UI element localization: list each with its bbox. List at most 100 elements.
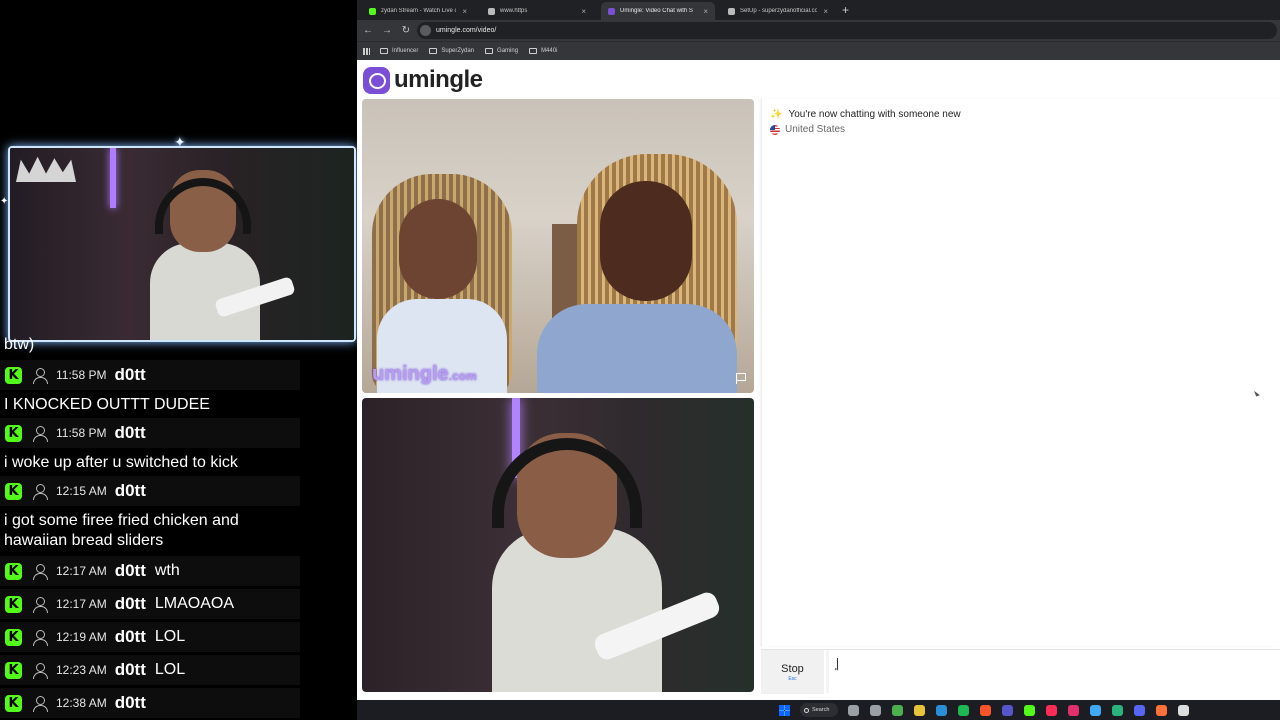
chat-message-meta: K 12:17 AM d0tt wth	[0, 556, 300, 586]
folder-icon	[380, 48, 388, 54]
country-text: United States	[785, 124, 846, 135]
tab-close-icon[interactable]: ×	[823, 7, 828, 16]
tab-label: www.https	[500, 8, 528, 14]
streamer-webcam	[8, 146, 356, 342]
chat-text: wth	[154, 562, 180, 579]
site-info-icon[interactable]	[420, 25, 431, 36]
forward-button[interactable]: →	[379, 25, 395, 36]
chat-message-meta: K 11:58 PM d0tt	[0, 418, 300, 448]
tab-0[interactable]: zydan Stream - Watch Live on K ×	[362, 2, 474, 20]
person-right-shirt	[537, 304, 737, 393]
app-icon[interactable]	[1002, 704, 1013, 716]
tab-label: zydan Stream - Watch Live on K	[381, 8, 456, 14]
umingle-page: umingle umingle.com ✨ You're now chattin…	[357, 61, 1280, 700]
chat-text: i woke up after u switched to kick	[4, 454, 238, 471]
stream-overlay: ✦ ✦ btw) K 11:58 PM d0tt I KNOCKED OUTTT DU…	[0, 0, 357, 720]
search-label: Search	[812, 707, 830, 713]
spotify-icon[interactable]	[958, 704, 969, 716]
start-icon[interactable]	[779, 704, 790, 716]
tab-close-icon[interactable]: ×	[462, 7, 467, 16]
browser-window: zydan Stream - Watch Live on K×www.https…	[357, 0, 1280, 700]
discord-icon[interactable]	[1134, 704, 1145, 716]
tab-close-icon[interactable]: ×	[703, 7, 708, 16]
chat-bubble-icon	[363, 66, 390, 94]
message-input[interactable]	[829, 650, 1280, 694]
chat-username: d0tt	[114, 660, 146, 679]
edge-icon[interactable]	[936, 704, 947, 716]
file-explorer-icon[interactable]	[914, 704, 925, 716]
mouse-cursor-icon	[1254, 389, 1260, 397]
new-tab-button[interactable]: +	[842, 3, 849, 17]
tab-1[interactable]: www.https ×	[481, 2, 593, 20]
user-icon	[33, 563, 48, 580]
report-flag-icon[interactable]	[736, 373, 746, 384]
chat-username: d0tt	[114, 481, 146, 500]
screen: ✦ ✦ btw) K 11:58 PM d0tt I KNOCKED OUTTT DU…	[0, 0, 1280, 720]
person-left-face	[399, 199, 477, 299]
umingle-logo[interactable]: umingle	[363, 66, 483, 94]
apps-icon[interactable]	[363, 47, 370, 55]
chat-text: I KNOCKED OUTTT DUDEE	[4, 396, 210, 413]
chat-message-meta: K 12:19 AM d0tt LOL	[0, 622, 300, 652]
chat-input-bar: Stop Esc	[761, 649, 1280, 694]
brave-icon[interactable]	[980, 704, 991, 716]
chat-message-meta: K 12:17 AM d0tt LMAOAOA	[0, 589, 300, 619]
tiktok-icon[interactable]	[1046, 704, 1057, 716]
widgets-icon[interactable]	[870, 704, 881, 716]
task-view-icon[interactable]	[848, 704, 859, 716]
chat-timestamp: 12:19 AM	[56, 630, 107, 644]
folder-icon	[429, 48, 438, 54]
user-icon	[33, 596, 48, 613]
user-icon	[33, 662, 48, 679]
kick-badge-icon: K	[5, 366, 22, 384]
back-button[interactable]: ←	[360, 25, 376, 36]
bookmark-1[interactable]: SuperZydan	[429, 48, 474, 54]
kick-badge-icon: K	[5, 482, 22, 500]
tab-2[interactable]: Umingle: Video Chat with S ×	[601, 2, 715, 20]
reload-button[interactable]: ↻	[398, 25, 414, 36]
app-icon[interactable]	[1090, 704, 1101, 716]
kick-badge-icon: K	[5, 661, 22, 679]
bookmark-0[interactable]: Influencer	[380, 48, 418, 54]
taskbar-search[interactable]: Search	[800, 703, 838, 717]
chat-username: d0tt	[114, 594, 146, 613]
chat-message: K 12:17 AM d0tt wth	[0, 556, 300, 586]
chat-timestamp: 12:23 AM	[56, 663, 107, 677]
chat-timestamp: 12:17 AM	[56, 597, 107, 611]
tab-favicon-icon	[369, 7, 376, 15]
stranger-video: umingle.com	[362, 99, 754, 393]
bookmark-3[interactable]: M440i	[529, 48, 557, 54]
chat-message: K 12:38 AM d0tt	[0, 688, 300, 718]
tab-3[interactable]: SetUp - superzydanofficial.com ×	[721, 2, 835, 20]
tab-favicon-icon	[488, 7, 495, 15]
watermark-suffix: .com	[448, 369, 477, 383]
kick-icon[interactable]	[1024, 704, 1035, 716]
instagram-icon[interactable]	[1068, 704, 1079, 716]
chat-timestamp: 12:38 AM	[56, 696, 107, 710]
logo-text: umingle	[394, 66, 483, 93]
firefox-icon[interactable]	[1156, 704, 1167, 716]
bookmark-2[interactable]: Gaming	[485, 48, 518, 54]
tab-favicon-icon	[608, 7, 615, 15]
chat-message: K 11:58 PM d0tt i woke up after u switched …	[0, 418, 300, 478]
address-url: umingle.com/video/	[436, 27, 497, 34]
umingle-watermark: umingle.com	[372, 363, 477, 386]
stop-button[interactable]: Stop Esc	[761, 650, 826, 694]
chat-username: d0tt	[114, 561, 146, 580]
kick-badge-icon: K	[5, 424, 22, 442]
folder-icon	[485, 48, 494, 54]
media-icon[interactable]	[1178, 704, 1189, 716]
chat-message: K 12:17 AM d0tt LMAOAOA	[0, 589, 300, 619]
user-icon	[33, 695, 48, 712]
address-bar[interactable]: umingle.com/video/	[417, 22, 1277, 39]
chat-message: K 12:15 AM d0tt i got some firee fried chic…	[0, 476, 300, 556]
tab-label: SetUp - superzydanofficial.com	[740, 8, 818, 14]
tab-close-icon[interactable]: ×	[581, 7, 586, 16]
app-icon[interactable]	[1112, 704, 1123, 716]
chat-timestamp: 11:58 PM	[56, 426, 107, 440]
chat-username: d0tt	[114, 423, 146, 442]
chrome-icon[interactable]	[892, 704, 903, 716]
chat-message: K 12:23 AM d0tt LOL	[0, 655, 300, 685]
stream-chat: K 11:58 PM d0tt I KNOCKED OUTTT DUDEE K 11:58…	[0, 336, 357, 720]
chat-timestamp: 12:15 AM	[56, 484, 107, 498]
